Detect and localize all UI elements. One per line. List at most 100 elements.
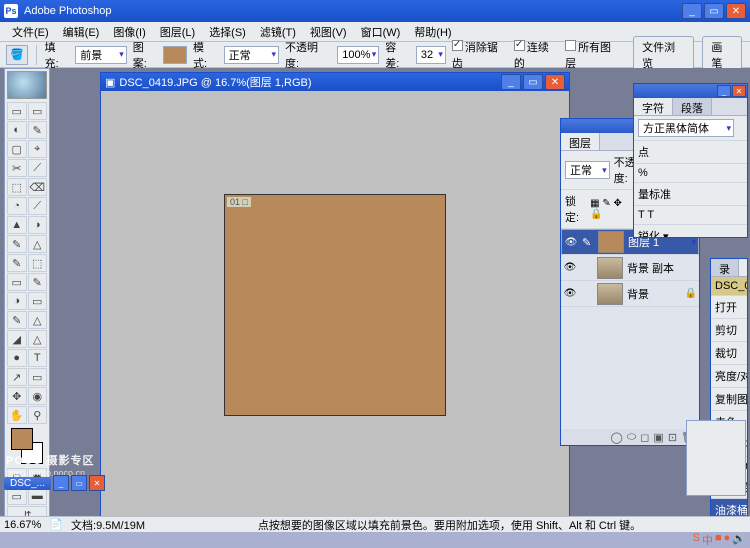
layer-thumb[interactable] [598, 231, 624, 253]
tool-12[interactable]: ▲ [7, 216, 27, 234]
panel-close[interactable]: ✕ [732, 85, 746, 97]
dock-close[interactable]: ✕ [89, 475, 105, 491]
tool-32[interactable]: ✋ [7, 406, 27, 424]
tool-29[interactable]: ▭ [28, 368, 48, 386]
tray-icon[interactable]: ■ [715, 532, 722, 544]
tool-3[interactable]: ✎ [28, 121, 48, 139]
tool-8[interactable]: ⬚ [7, 178, 27, 196]
action-item[interactable]: 剪切 [711, 319, 747, 342]
tool-33[interactable]: ⚲ [28, 406, 48, 424]
minimize-button[interactable]: _ [682, 3, 702, 19]
close-button[interactable]: ✕ [726, 3, 746, 19]
layer-row[interactable]: 👁 背景 副本 [561, 255, 699, 281]
doc-maximize[interactable]: ▭ [523, 74, 543, 90]
active-brush-icon: ✎ [582, 236, 594, 249]
antialias-check[interactable]: 消除锯齿 [452, 39, 508, 71]
tool-13[interactable]: ◑ [28, 216, 48, 234]
tool-preset-icon[interactable]: 🪣 [6, 45, 28, 65]
dock-max[interactable]: ▭ [71, 475, 87, 491]
dock-min[interactable]: _ [53, 475, 69, 491]
doc-close[interactable]: ✕ [545, 74, 565, 90]
app-title: Adobe Photoshop [24, 5, 111, 17]
visibility-icon[interactable]: 👁 [563, 261, 577, 275]
blend-mode[interactable]: 正常 [565, 161, 610, 179]
tool-21[interactable]: ▭ [28, 292, 48, 310]
action-item[interactable]: 裁切 [711, 342, 747, 365]
mode-label: 模式: [193, 39, 218, 71]
tool-4[interactable]: ▢ [7, 140, 27, 158]
tool-18[interactable]: ▭ [7, 273, 27, 291]
zoom-level[interactable]: 16.67% [4, 519, 41, 531]
dock-tab[interactable]: DSC_... [4, 477, 51, 490]
tool-24[interactable]: ◢ [7, 330, 27, 348]
folder-icon[interactable]: ◻ [640, 431, 649, 444]
alllayers-check[interactable]: 所有图层 [565, 39, 621, 71]
tool-28[interactable]: ↗ [7, 368, 27, 386]
contiguous-check[interactable]: 连续的 [514, 39, 559, 71]
tray-icon[interactable]: 中 [702, 532, 713, 544]
action-item[interactable]: 打开 [711, 296, 747, 319]
tray-icon[interactable]: 🔊 [732, 532, 746, 544]
pattern-swatch[interactable] [163, 46, 187, 64]
action-item[interactable]: 亮度/对比 [711, 365, 747, 388]
tool-31[interactable]: ◉ [28, 387, 48, 405]
maximize-button[interactable]: ▭ [704, 3, 724, 19]
lock-icons[interactable]: ▦ ✎ ✥ 🔒 [590, 198, 630, 220]
fx-icon[interactable]: ◯ [611, 431, 623, 444]
tray-icon[interactable]: S [693, 532, 700, 544]
character-panel: _✕ 字符 段落 方正黑体简体 点 % 量标准 T T 锐化 ▾ [633, 83, 748, 238]
app-icon: Ps [4, 4, 18, 18]
tool-14[interactable]: ✎ [7, 235, 27, 253]
tool-2[interactable]: ◐ [7, 121, 27, 139]
tab-paragraph[interactable]: 段落 [673, 98, 712, 115]
opacity-select[interactable]: 100% [337, 46, 379, 64]
layer-thumb[interactable] [597, 283, 623, 305]
tool-1[interactable]: ▭ [28, 102, 48, 120]
artboard[interactable]: 01 □ [224, 194, 446, 416]
font-select[interactable]: 方正黑体简体 [638, 119, 734, 137]
slice-tag: 01 □ [227, 197, 251, 207]
layer-name[interactable]: 背景 副本 [627, 260, 674, 276]
menu-help[interactable]: 帮助(H) [408, 22, 457, 42]
layer-thumb[interactable] [597, 257, 623, 279]
tab-layers[interactable]: 图层 [561, 133, 600, 150]
tool-16[interactable]: ✎ [7, 254, 27, 272]
visibility-icon[interactable]: 👁 [563, 287, 577, 301]
fill-select[interactable]: 前景 [75, 46, 126, 64]
tool-20[interactable]: ◑ [7, 292, 27, 310]
tool-15[interactable]: △ [28, 235, 48, 253]
tool-0[interactable]: ▭ [7, 102, 27, 120]
tool-23[interactable]: △ [28, 311, 48, 329]
lock-icon: 🔒 [685, 288, 697, 299]
tool-9[interactable]: ⌫ [28, 178, 48, 196]
tool-17[interactable]: ⬚ [28, 254, 48, 272]
tool-30[interactable]: ✥ [7, 387, 27, 405]
tool-25[interactable]: △ [28, 330, 48, 348]
tool-26[interactable]: ● [7, 349, 27, 367]
navigator-panel[interactable] [686, 420, 746, 496]
doc-minimize[interactable]: _ [501, 74, 521, 90]
layer-name[interactable]: 背景 [627, 286, 649, 302]
fg-color[interactable] [11, 428, 33, 450]
tool-10[interactable]: ◔ [7, 197, 27, 215]
panel-min[interactable]: _ [717, 85, 731, 97]
tab-character[interactable]: 字符 [634, 98, 673, 115]
tray-icon[interactable]: ● [724, 532, 731, 544]
new-layer-icon[interactable]: ⊡ [668, 431, 677, 444]
tool-7[interactable]: ⟋ [28, 159, 48, 177]
mode-select[interactable]: 正常 [224, 46, 279, 64]
tool-27[interactable]: T [28, 349, 48, 367]
visibility-icon[interactable]: 👁 [564, 235, 578, 249]
tool-19[interactable]: ✎ [28, 273, 48, 291]
tool-6[interactable]: ✂ [7, 159, 27, 177]
canvas[interactable]: 01 □ [101, 91, 569, 519]
adjustment-icon[interactable]: ▣ [653, 431, 663, 444]
tool-22[interactable]: ✎ [7, 311, 27, 329]
mask-icon[interactable]: ⬭ [627, 431, 636, 444]
action-item[interactable]: 复制图层 [711, 388, 747, 411]
tolerance-input[interactable]: 32 [416, 46, 446, 64]
tool-5[interactable]: ⌖ [28, 140, 48, 158]
layer-row[interactable]: 👁 背景 🔒 [561, 281, 699, 307]
ps-logo-icon [7, 71, 47, 99]
tool-11[interactable]: ⟋ [28, 197, 48, 215]
